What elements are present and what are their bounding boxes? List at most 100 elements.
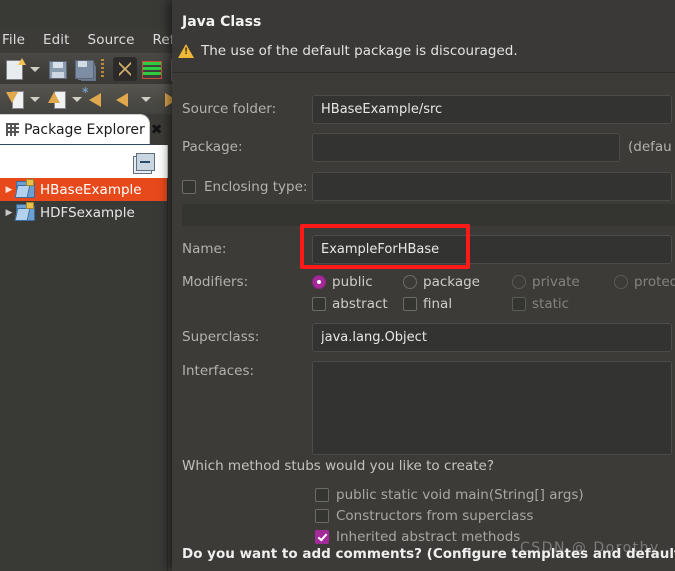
modifier-abstract[interactable]: abstract <box>312 296 397 312</box>
tree-item-hdfsexample[interactable]: ▶ HDFSexample <box>0 201 167 224</box>
tree-item-label: HBaseExample <box>40 181 142 198</box>
enclosing-type-label: Enclosing type: <box>204 178 308 195</box>
debug-button[interactable] <box>139 56 163 82</box>
modifier-protected: protec <box>614 274 675 290</box>
modifier-public[interactable]: public <box>312 274 397 290</box>
chevron-right-icon[interactable]: ▶ <box>2 208 16 218</box>
method-stubs-question: Which method stubs would you like to cre… <box>182 458 494 474</box>
enclosing-type-row: Enclosing type: <box>182 172 675 201</box>
name-label: Name: <box>182 241 227 257</box>
stub-inherited-abstract-label: Inherited abstract methods <box>336 528 521 545</box>
new-file-button[interactable] <box>3 56 27 82</box>
superclass-input[interactable] <box>312 323 672 352</box>
save-all-icon <box>75 59 94 79</box>
superclass-label: Superclass: <box>182 329 260 345</box>
modifier-public-label: public <box>332 274 373 290</box>
checkbox-abstract-icon[interactable] <box>312 297 326 311</box>
checkbox-main-method-icon[interactable] <box>315 487 329 502</box>
radio-protected-icon <box>614 275 628 289</box>
superclass-row: Superclass: <box>182 323 675 352</box>
debug-icon <box>142 60 162 79</box>
modifiers-row: Modifiers: public package private protec… <box>182 271 675 315</box>
package-row: Package: (defau <box>182 133 675 162</box>
comments-section: Do you want to add comments? (Configure … <box>182 546 675 562</box>
method-stubs-section: Which method stubs would you like to cre… <box>182 458 584 547</box>
modifier-protected-label: protec <box>634 274 675 290</box>
source-folder-input[interactable] <box>312 95 672 124</box>
name-row: Name: <box>182 235 675 264</box>
warning-triangle-icon <box>178 44 194 58</box>
export-dropdown-button[interactable] <box>27 86 42 112</box>
checkbox-final-icon[interactable] <box>403 297 417 311</box>
checkbox-inherited-abstract-icon[interactable] <box>315 529 329 544</box>
modifier-package[interactable]: package <box>403 274 506 290</box>
modifiers-label: Modifiers: <box>182 274 249 290</box>
minimize-icon[interactable] <box>136 153 155 171</box>
modifier-static: static <box>512 296 569 312</box>
project-folder-icon <box>16 179 35 198</box>
enclosing-type-input[interactable] <box>312 172 672 201</box>
radio-public-icon[interactable] <box>312 275 326 289</box>
tab-package-explorer[interactable]: Package Explorer ✖ <box>0 114 163 145</box>
project-folder-icon <box>16 202 35 221</box>
tree-item-label: HDFSexample <box>40 204 135 221</box>
source-folder-label: Source folder: <box>182 101 277 117</box>
dialog-body: Source folder: Package: (defau Enclosing… <box>172 73 675 571</box>
interfaces-label: Interfaces: <box>182 363 255 379</box>
tree-item-hbaseexample[interactable]: ▶ HBaseExample <box>0 178 167 201</box>
menu-item-source[interactable]: Source <box>79 30 144 50</box>
stub-constructors[interactable]: Constructors from superclass <box>315 505 584 526</box>
run-button[interactable] <box>112 56 137 82</box>
source-folder-row: Source folder: <box>182 95 675 124</box>
enclosing-type-checkbox[interactable] <box>182 179 196 194</box>
generate-comments-row[interactable] <box>315 567 329 571</box>
checkbox-constructors-icon[interactable] <box>315 508 329 523</box>
modifier-private-label: private <box>532 274 580 290</box>
package-explorer-view-toolbar <box>0 145 168 178</box>
radio-private-icon <box>512 275 526 289</box>
new-file-icon <box>6 57 26 80</box>
package-explorer-tab-label: Package Explorer <box>24 121 145 138</box>
dialog-separator <box>182 204 675 226</box>
save-button[interactable] <box>45 56 69 82</box>
screenshot-root: File Edit Source Refa * Package Explorer… <box>0 0 675 571</box>
package-default-note: (defau <box>628 139 672 155</box>
package-input[interactable] <box>312 133 620 162</box>
back-annotated-icon <box>82 86 108 107</box>
modifier-private: private <box>512 274 608 290</box>
package-explorer-tabstrip: Package Explorer ✖ <box>0 114 168 147</box>
package-explorer-icon <box>6 123 19 136</box>
interfaces-list[interactable] <box>312 361 672 455</box>
modifiers-flags-group: abstract final static <box>312 293 675 315</box>
chevron-right-icon[interactable]: ▶ <box>2 185 16 195</box>
export-button[interactable] <box>3 86 27 112</box>
modifier-abstract-label: abstract <box>332 296 388 312</box>
radio-package-icon[interactable] <box>403 275 417 289</box>
new-java-class-dialog: Java Class The use of the default packag… <box>172 0 675 571</box>
close-icon[interactable]: ✖ <box>151 122 163 138</box>
back-button[interactable] <box>114 86 138 112</box>
import-icon <box>48 90 66 109</box>
stub-main-method-label: public static void main(String[] args) <box>336 486 584 503</box>
save-all-button[interactable] <box>72 56 96 82</box>
package-label: Package: <box>182 139 243 155</box>
dialog-warning: The use of the default package is discou… <box>178 43 518 59</box>
back-annotated-button[interactable] <box>82 86 111 112</box>
save-icon <box>49 60 67 79</box>
interfaces-row: Interfaces: <box>182 361 675 455</box>
modifier-static-label: static <box>532 296 570 312</box>
new-file-dropdown-button[interactable] <box>27 56 42 82</box>
stub-inherited-abstract[interactable]: Inherited abstract methods <box>315 526 584 547</box>
back-icon <box>116 93 135 107</box>
menu-item-file[interactable]: File <box>0 30 34 50</box>
modifier-package-label: package <box>423 274 480 290</box>
modifier-final[interactable]: final <box>403 296 506 312</box>
menu-item-edit[interactable]: Edit <box>34 30 79 50</box>
dialog-title: Java Class <box>182 14 262 30</box>
stub-main-method[interactable]: public static void main(String[] args) <box>315 484 584 505</box>
checkbox-static-icon <box>512 297 526 311</box>
modifiers-access-group: public package private protec <box>312 271 675 293</box>
back-dropdown-button[interactable] <box>138 86 153 112</box>
name-input[interactable] <box>312 235 672 264</box>
import-button[interactable] <box>45 86 69 112</box>
